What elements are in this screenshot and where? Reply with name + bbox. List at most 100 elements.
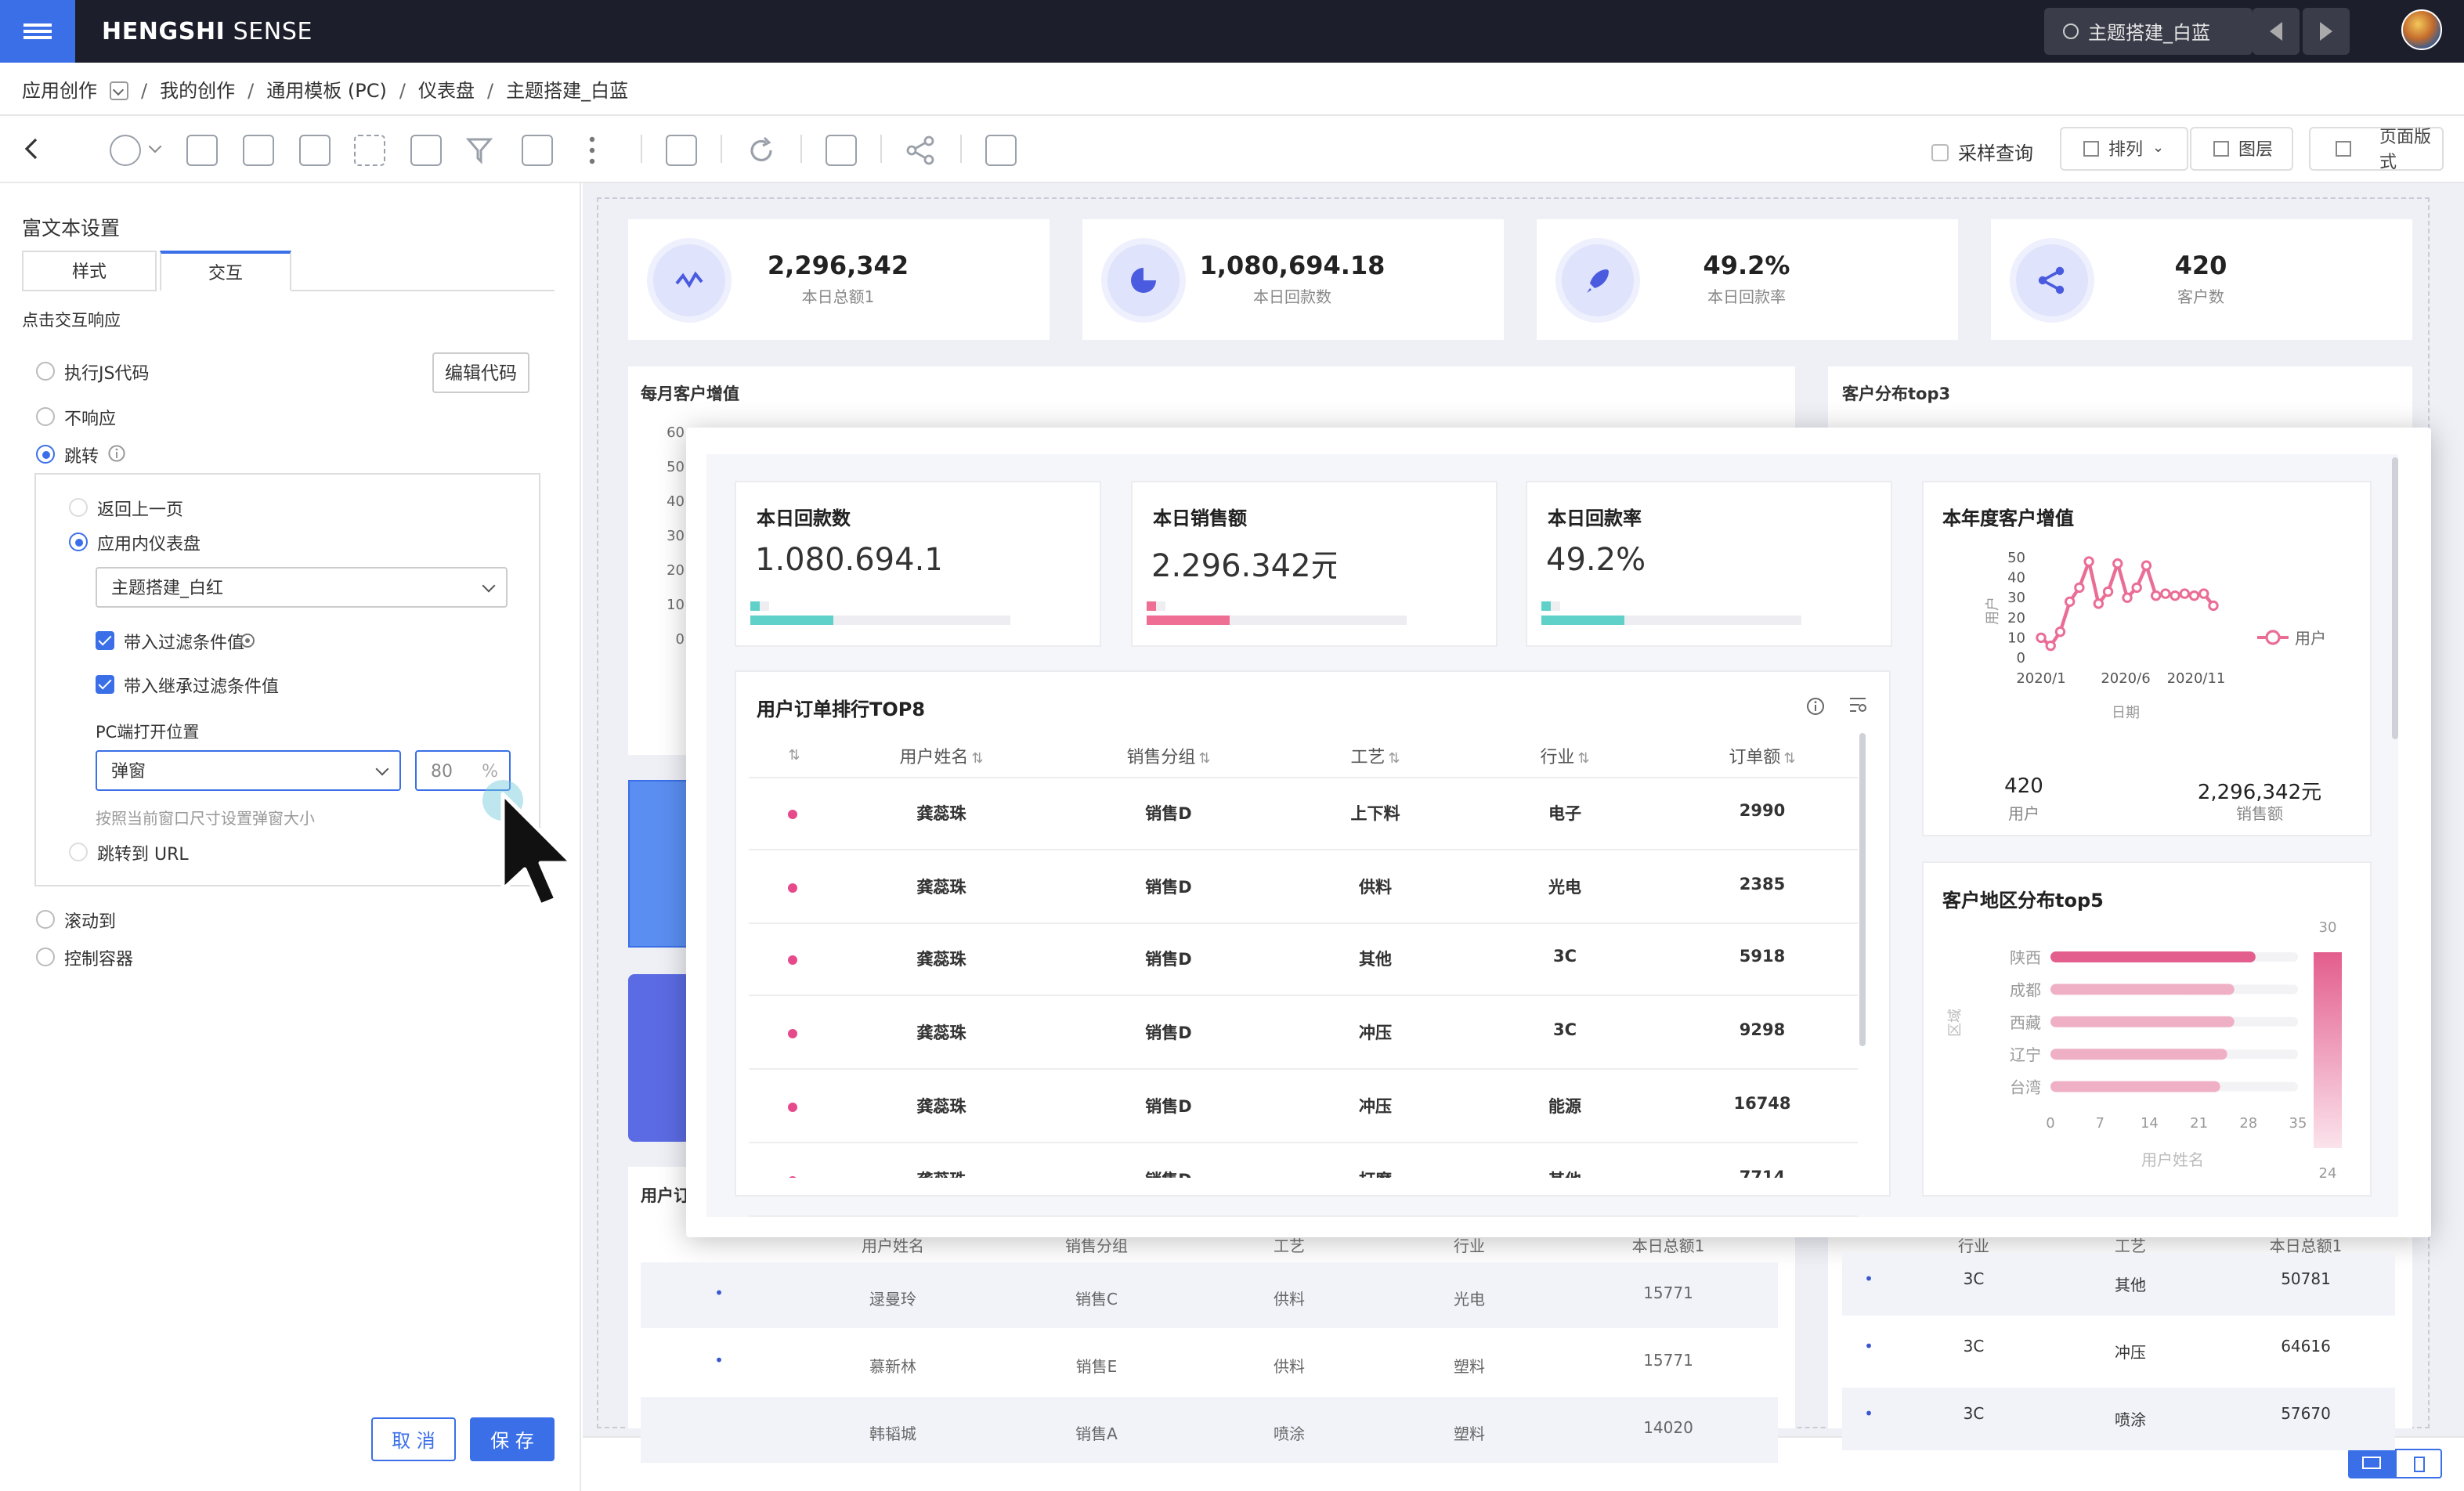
refresh-icon[interactable] [746,135,777,166]
kpi-card[interactable]: 49.2% 本日回款率 [1537,219,1958,340]
table-cell: 57670 [2281,1406,2331,1424]
kpi-card[interactable]: 2,296,342 本日总额1 [628,219,1050,340]
sort-icon[interactable]: ⇅ [971,752,983,767]
save-button[interactable]: 保 存 [470,1417,555,1461]
column-header[interactable]: 订单额 ⇅ [1692,744,1833,769]
arrange-icon [2083,141,2099,157]
column-header[interactable]: 销售分组 ⇅ [1098,744,1239,769]
settings-icon[interactable] [240,633,255,648]
blue-block[interactable] [628,780,691,948]
radio-back-page[interactable] [69,498,88,517]
target-dashboard-select[interactable]: 主题搭建_白红 [96,567,508,608]
radio-jump-url[interactable] [69,843,88,861]
carry-filter-checkbox[interactable] [96,631,114,650]
column-header[interactable]: ⇅ [722,744,863,764]
table-icon[interactable] [299,135,331,166]
kpi-value: 420 [2174,251,2227,280]
progress-marker-bg [760,601,769,611]
radio-scroll-to[interactable] [36,910,55,929]
cancel-button[interactable]: 取 消 [371,1417,456,1461]
column-header[interactable]: 行业 ⇅ [1494,744,1635,769]
sample-query-toggle[interactable]: 采样查询 [1931,139,2033,166]
list-icon[interactable] [410,135,442,166]
option-in-app-dashboard-label: 应用内仪表盘 [97,534,201,554]
page-layout-button[interactable]: 页面版式 [2309,127,2444,172]
kpi-card[interactable]: 420 客户数 [1991,219,2412,340]
sample-query-checkbox[interactable] [1931,144,1949,161]
chevron-down-icon[interactable] [149,146,161,155]
chevron-down-icon [375,762,389,776]
table-scrollbar[interactable] [1859,733,1866,1046]
filter-icon[interactable] [465,135,497,166]
breadcrumb-app-create[interactable]: 应用创作 [22,77,97,103]
sort-icon[interactable]: ⇅ [1783,752,1795,767]
text-icon[interactable] [243,135,274,166]
sort-icon[interactable]: ⇅ [1577,752,1589,767]
purple-block[interactable] [628,974,691,1142]
radio-execute-js[interactable] [36,362,55,381]
chevron-down-icon[interactable] [110,81,129,99]
radio-jump[interactable] [36,445,55,464]
dashboard-selector[interactable]: 主题搭建_白蓝 [2044,8,2253,55]
tab-interaction[interactable]: 交互 [160,251,291,291]
table-cell: 3C [1552,948,1577,967]
progress-fill [1147,616,1230,625]
table-cell: 3C [1552,1021,1577,1041]
table-cell: • [714,1353,724,1370]
radio-no-response[interactable] [36,407,55,426]
column-header[interactable]: 本日总额1 [1606,1233,1731,1256]
breadcrumb-my-create[interactable]: 我的创作 [160,77,235,103]
back-arrow-icon[interactable] [22,138,41,160]
column-header[interactable]: 销售分组 [1034,1233,1159,1256]
layers-button[interactable]: 图层 [2190,127,2293,171]
sample-query-label: 采样查询 [1958,143,2034,164]
next-dashboard-button[interactable] [2303,8,2350,55]
hamburger-menu-icon[interactable] [0,0,75,63]
table-cell: 喷涂 [2115,1413,2146,1430]
stat-label: 销售额 [2236,807,2283,824]
table-settings-icon[interactable] [1848,695,1867,714]
radio-control-container[interactable] [36,948,55,966]
kpi-card[interactable]: 1,080,694.18 本日回款数 [1082,219,1504,340]
tab-style[interactable]: 样式 [22,251,157,291]
radio-in-app-dashboard[interactable] [69,532,88,551]
export-icon[interactable] [985,135,1017,166]
component-icon[interactable] [354,135,385,166]
open-position-select[interactable]: 弹窗 [96,750,401,791]
column-header[interactable]: 用户姓名 ⇅ [871,744,1012,769]
arrange-button[interactable]: 排列 ⌄ [2060,127,2188,171]
column-header[interactable]: 工艺 [1227,1233,1352,1256]
more-icon[interactable] [589,135,595,166]
info-icon[interactable] [1806,697,1825,716]
bar-成都 [2050,984,2235,995]
chart-add-icon[interactable] [110,135,141,166]
mobile-view-button[interactable] [2395,1449,2442,1478]
info-icon[interactable] [108,445,125,462]
image-icon[interactable] [186,135,218,166]
breadcrumb-dashboard[interactable]: 仪表盘 [418,77,475,103]
y-tick-label: 陕西 [2010,948,2041,967]
table-cell: 供料 [1274,1292,1305,1309]
fullscreen-icon[interactable] [826,135,857,166]
sort-icon[interactable]: ⇅ [1198,752,1210,767]
breadcrumb-template[interactable]: 通用模板 (PC) [266,77,387,103]
column-header[interactable]: 工艺 ⇅ [1305,744,1446,769]
sort-icon[interactable]: ⇅ [788,749,800,764]
edit-code-button[interactable]: 编辑代码 [432,352,529,393]
popup-scrollbar[interactable] [2392,457,2398,739]
column-header[interactable]: 用户姓名 [830,1233,956,1256]
prev-dashboard-button[interactable] [2253,8,2300,55]
progress-marker-bg [1551,601,1560,611]
share-icon[interactable] [905,135,937,166]
avatar[interactable] [2401,9,2442,50]
carry-inherit-filter-checkbox[interactable] [96,675,114,694]
breadcrumb: 应用创作 / 我的创作 / 通用模板 (PC) / 仪表盘 / 主题搭建_白蓝 [22,77,628,103]
arrange-label: 排列 [2108,139,2143,160]
data-point [2045,640,2056,652]
desktop-view-button[interactable] [2348,1449,2395,1478]
share-icon [2016,244,2088,316]
sort-icon[interactable]: ⇅ [1388,752,1400,767]
column-header[interactable]: 行业 [1407,1233,1532,1256]
container-icon[interactable] [522,135,553,166]
present-icon[interactable] [666,135,697,166]
